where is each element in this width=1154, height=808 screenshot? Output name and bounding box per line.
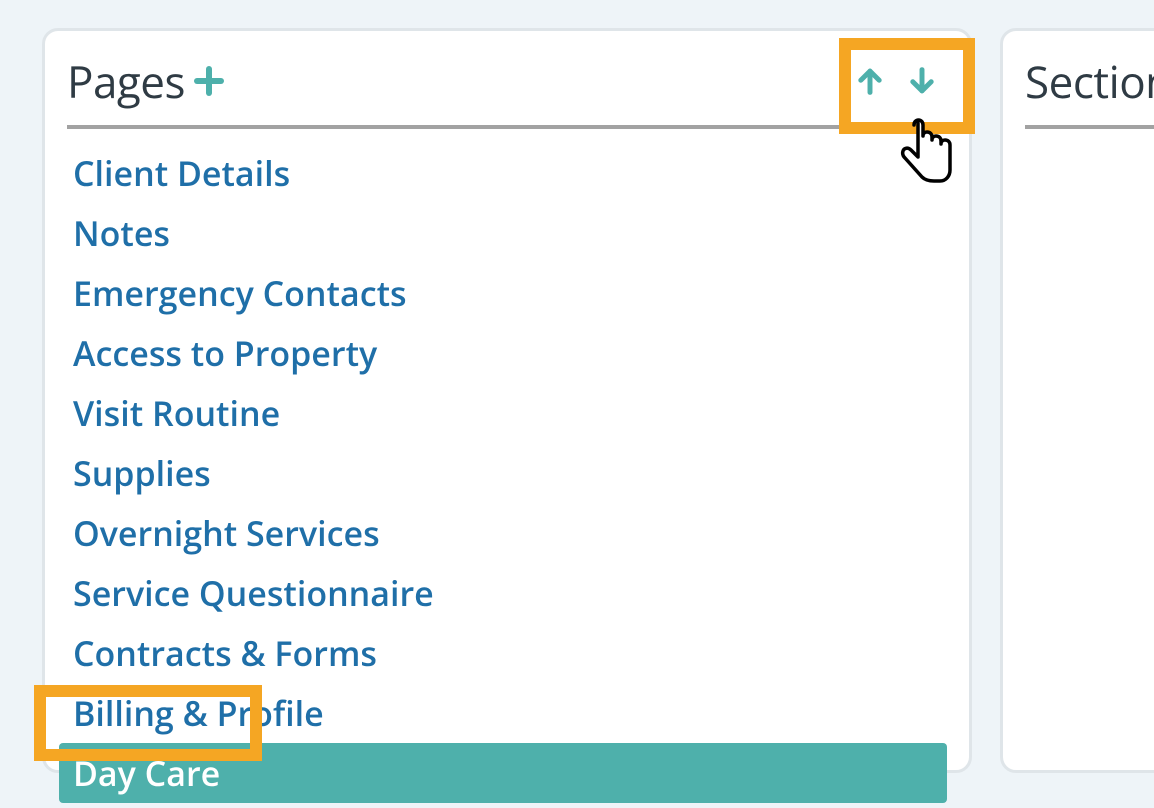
page-item[interactable]: Overnight Services — [67, 503, 947, 563]
pages-title: Pages — [67, 51, 185, 111]
pages-panel-header: Pages — [67, 51, 947, 129]
reorder-arrows — [845, 58, 947, 104]
page-item[interactable]: Billing & Profile — [67, 683, 947, 743]
arrow-up-icon[interactable] — [851, 62, 889, 100]
page-item[interactable]: Day Care — [59, 743, 947, 803]
sections-title-wrap: Section — [1025, 51, 1154, 111]
page-item[interactable]: Emergency Contacts — [67, 263, 947, 323]
pages-list: Client DetailsNotesEmergency ContactsAcc… — [67, 143, 947, 803]
pages-title-wrap: Pages — [67, 51, 227, 111]
page-item[interactable]: Notes — [67, 203, 947, 263]
sections-panel-header: Section — [1025, 51, 1154, 129]
page-item[interactable]: Access to Property — [67, 323, 947, 383]
page-item[interactable]: Supplies — [67, 443, 947, 503]
page-item[interactable]: Visit Routine — [67, 383, 947, 443]
arrow-down-icon[interactable] — [903, 62, 941, 100]
page-item[interactable]: Contracts & Forms — [67, 623, 947, 683]
pages-panel: Pages Cli — [42, 28, 972, 773]
plus-icon[interactable] — [191, 63, 227, 99]
sections-panel: Section — [1000, 28, 1154, 773]
page-item[interactable]: Client Details — [67, 143, 947, 203]
page-item[interactable]: Service Questionnaire — [67, 563, 947, 623]
sections-title: Section — [1025, 51, 1154, 111]
